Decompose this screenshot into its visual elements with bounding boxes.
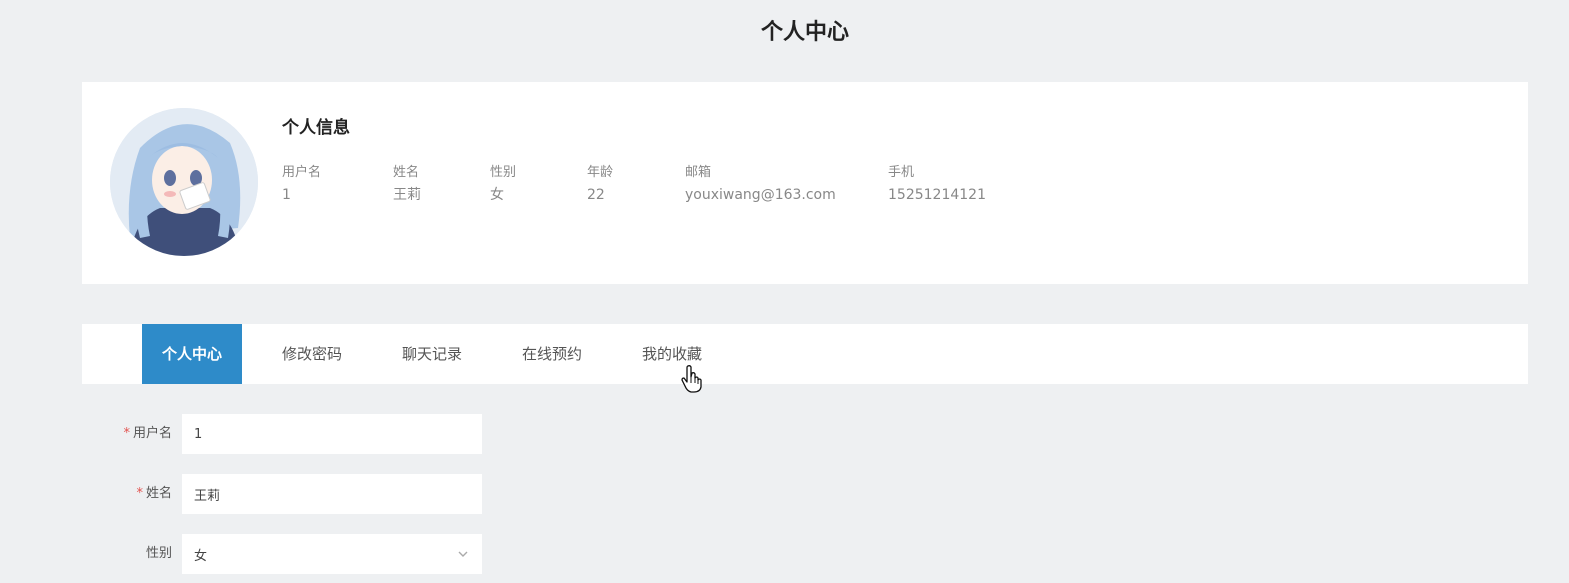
info-username: 用户名 1 bbox=[282, 164, 321, 205]
info-value: 15251214121 bbox=[888, 187, 986, 203]
name-label-text: 姓名 bbox=[145, 486, 172, 501]
tab-online-booking[interactable]: 在线预约 bbox=[502, 324, 602, 384]
required-mark: * bbox=[136, 486, 143, 501]
info-value: 女 bbox=[490, 187, 504, 203]
profile-card: 个人信息 用户名 1 姓名 王莉 性别 女 年龄 22 邮箱 youxiwang… bbox=[82, 82, 1528, 284]
info-label: 姓名 bbox=[393, 165, 420, 180]
tab-my-favorites[interactable]: 我的收藏 bbox=[622, 324, 722, 384]
profile-section-title: 个人信息 bbox=[282, 118, 350, 138]
form-row-gender: 性别 女 bbox=[0, 534, 1569, 574]
info-value: 22 bbox=[587, 187, 605, 203]
info-email: 邮箱 youxiwang@163.com bbox=[685, 164, 836, 205]
form-row-username: * 用户名 bbox=[0, 414, 1569, 454]
info-label: 年龄 bbox=[587, 165, 614, 180]
info-phone: 手机 15251214121 bbox=[888, 164, 986, 205]
avatar bbox=[110, 108, 258, 256]
info-label: 用户名 bbox=[282, 165, 322, 180]
info-value: 王莉 bbox=[393, 187, 421, 203]
tabs-bar: 个人中心 修改密码 聊天记录 在线预约 我的收藏 bbox=[82, 324, 1528, 384]
avatar-illustration bbox=[110, 108, 258, 256]
name-label: * 姓名 bbox=[52, 474, 172, 514]
gender-select[interactable]: 女 bbox=[182, 534, 482, 574]
info-label: 邮箱 bbox=[685, 165, 712, 180]
tab-chat-history[interactable]: 聊天记录 bbox=[382, 324, 482, 384]
username-label-text: 用户名 bbox=[132, 426, 172, 441]
gender-label: 性别 bbox=[145, 546, 172, 561]
username-label: * 用户名 bbox=[52, 414, 172, 454]
username-input[interactable] bbox=[182, 414, 482, 454]
info-value: 1 bbox=[282, 187, 291, 203]
info-name: 姓名 王莉 bbox=[393, 164, 421, 205]
gender-select-value: 女 bbox=[194, 548, 208, 564]
info-value: youxiwang@163.com bbox=[685, 187, 836, 203]
info-label: 性别 bbox=[490, 165, 517, 180]
form-row-name: * 姓名 bbox=[0, 474, 1569, 514]
page-title: 个人中心 bbox=[760, 20, 849, 45]
required-mark: * bbox=[123, 426, 130, 441]
name-input[interactable] bbox=[182, 474, 482, 514]
info-gender: 性别 女 bbox=[490, 164, 516, 205]
info-age: 年龄 22 bbox=[587, 164, 613, 205]
tab-personal-center[interactable]: 个人中心 bbox=[142, 324, 242, 384]
tab-change-password[interactable]: 修改密码 bbox=[262, 324, 362, 384]
hand-pointer-cursor-icon bbox=[681, 365, 702, 393]
chevron-down-icon bbox=[458, 551, 468, 557]
info-label: 手机 bbox=[888, 165, 915, 180]
